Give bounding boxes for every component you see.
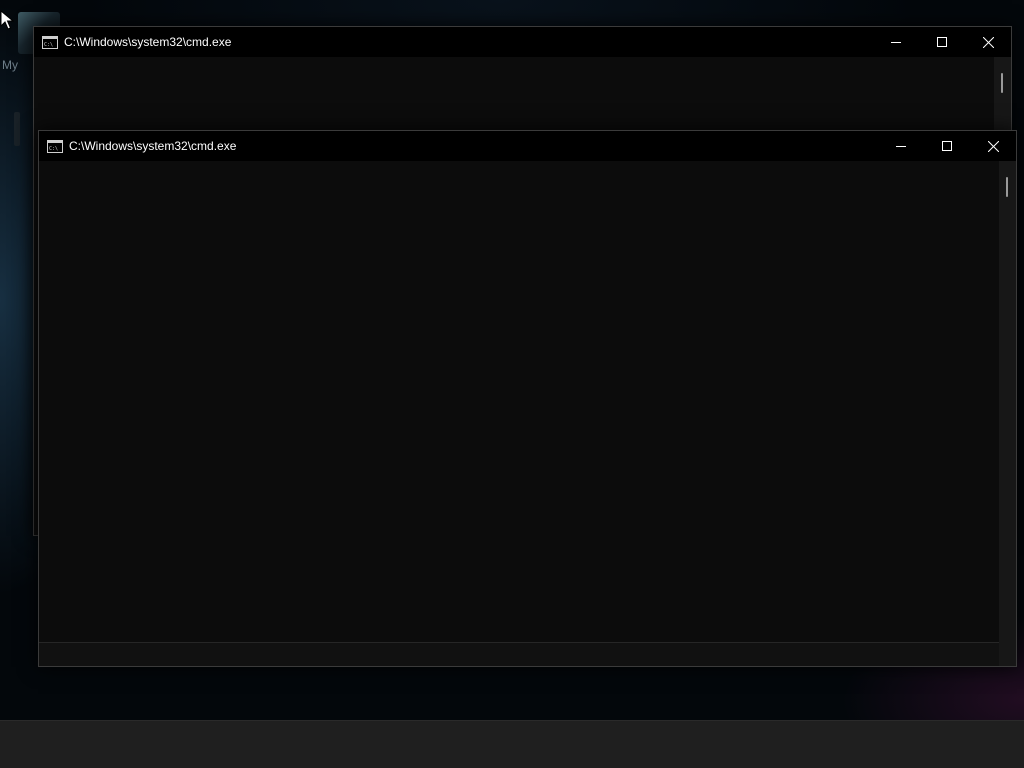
minimize-icon: [896, 146, 906, 147]
maximize-icon: [942, 141, 952, 151]
console-output[interactable]: [39, 161, 999, 642]
horizontal-scrollbar[interactable]: [39, 642, 999, 666]
scrollbar-thumb[interactable]: [1006, 177, 1008, 197]
mouse-cursor-icon: [0, 10, 14, 30]
minimize-icon: [891, 42, 901, 43]
close-icon: [987, 140, 999, 152]
vertical-scrollbar[interactable]: [999, 161, 1016, 666]
minimize-button[interactable]: [878, 131, 924, 161]
maximize-button[interactable]: [919, 27, 965, 57]
window-titlebar[interactable]: C:\ C:\Windows\system32\cmd.exe: [39, 131, 1016, 161]
cmd-window-foreground[interactable]: C:\ C:\Windows\system32\cmd.exe: [38, 130, 1017, 667]
desktop-shortcut-label[interactable]: My: [2, 58, 18, 72]
desktop: My C:\ C:\Windows\system32\cmd.exe C:\ C…: [0, 0, 1024, 720]
taskbar[interactable]: [0, 720, 1024, 768]
window-titlebar[interactable]: C:\ C:\Windows\system32\cmd.exe: [34, 27, 1011, 57]
svg-text:C:\: C:\: [44, 42, 53, 48]
console-icon: C:\: [47, 139, 63, 153]
window-title: C:\Windows\system32\cmd.exe: [69, 139, 237, 153]
svg-text:C:\: C:\: [49, 146, 58, 152]
close-icon: [982, 36, 994, 48]
minimize-button[interactable]: [873, 27, 919, 57]
scrollbar-thumb[interactable]: [1001, 73, 1003, 93]
desktop-shortcut-partial[interactable]: [14, 112, 20, 146]
maximize-button[interactable]: [924, 131, 970, 161]
close-button[interactable]: [970, 131, 1016, 161]
window-title: C:\Windows\system32\cmd.exe: [64, 35, 232, 49]
console-icon: C:\: [42, 35, 58, 49]
maximize-icon: [937, 37, 947, 47]
close-button[interactable]: [965, 27, 1011, 57]
